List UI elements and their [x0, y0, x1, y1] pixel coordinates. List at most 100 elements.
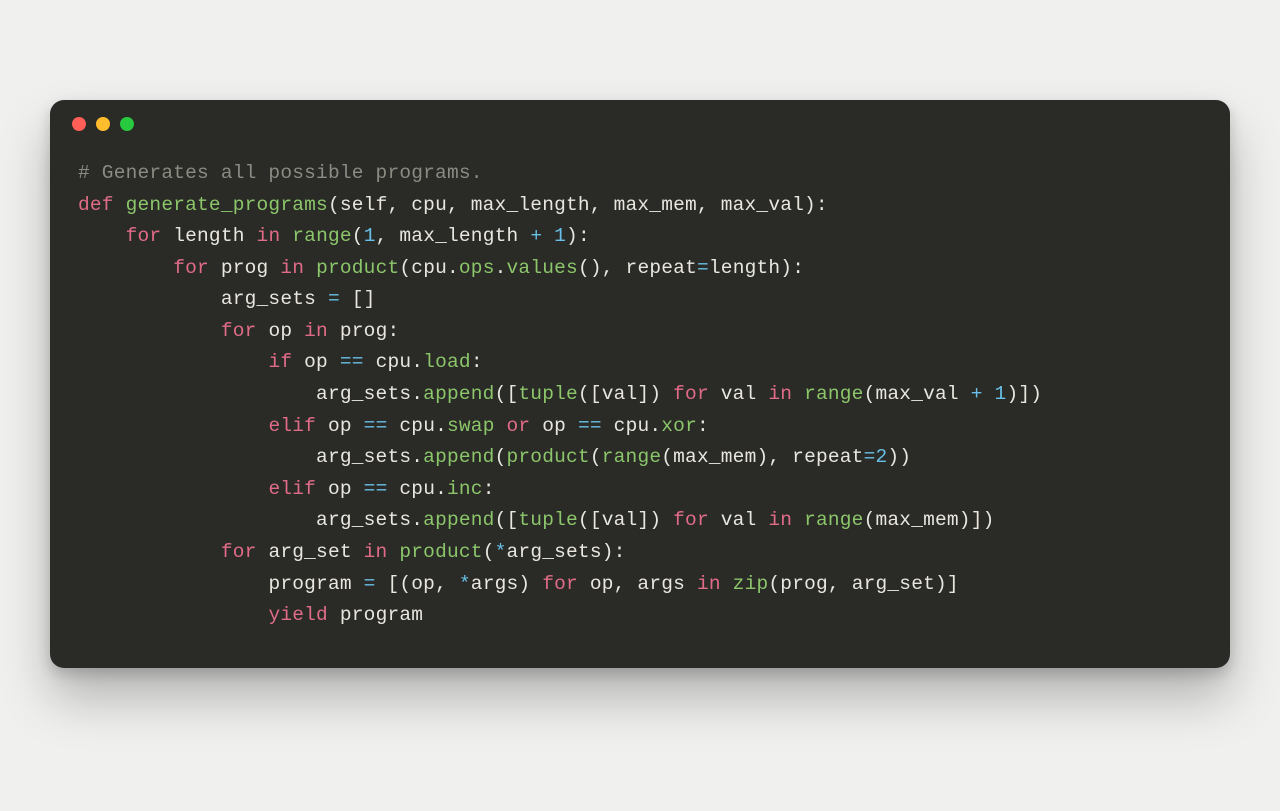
- code-token: :: [471, 351, 483, 373]
- code-token: length: [173, 225, 256, 247]
- code-token: zip: [733, 573, 769, 595]
- code-token: val: [721, 509, 769, 531]
- code-indent: [78, 288, 221, 310]
- code-window: # Generates all possible programs.def ge…: [50, 100, 1230, 668]
- code-token: for: [221, 320, 269, 342]
- code-indent: [78, 383, 316, 405]
- code-token: arg_sets):: [507, 541, 626, 563]
- code-token: (: [483, 541, 495, 563]
- code-token: append: [423, 509, 494, 531]
- code-indent: [78, 446, 316, 468]
- code-token: 2: [876, 446, 888, 468]
- code-token: [495, 415, 507, 437]
- code-token: args): [471, 573, 542, 595]
- code-indent: [78, 478, 268, 500]
- code-token: op: [268, 320, 304, 342]
- code-token: op: [328, 478, 364, 500]
- code-line: arg_sets.append(product(range(max_mem), …: [78, 442, 1202, 474]
- code-token: *: [459, 573, 471, 595]
- code-indent: [78, 573, 268, 595]
- code-token: :: [697, 415, 709, 437]
- code-token: +: [530, 225, 554, 247]
- traffic-light-minimize-icon[interactable]: [96, 117, 110, 131]
- code-token: ==: [364, 478, 400, 500]
- code-token: for: [221, 541, 269, 563]
- code-line: elif op == cpu.swap or op == cpu.xor:: [78, 411, 1202, 443]
- code-token: (max_mem), repeat: [661, 446, 863, 468]
- code-token: )]): [1006, 383, 1042, 405]
- code-token: or: [507, 415, 543, 437]
- code-token: (: [352, 225, 364, 247]
- code-token: in: [768, 509, 804, 531]
- code-token: (prog, arg_set)]: [768, 573, 958, 595]
- code-token: ==: [364, 415, 400, 437]
- code-token: arg_sets: [221, 288, 328, 310]
- code-token: tuple: [518, 509, 578, 531]
- code-block: # Generates all possible programs.def ge…: [50, 148, 1230, 668]
- code-token: :: [483, 478, 495, 500]
- page: # Generates all possible programs.def ge…: [0, 0, 1280, 811]
- code-token: 1: [554, 225, 566, 247]
- code-token: *: [495, 541, 507, 563]
- code-token: cpu.: [614, 415, 662, 437]
- code-line: arg_sets.append([tuple([val]) for val in…: [78, 379, 1202, 411]
- code-token: ([val]): [578, 383, 673, 405]
- code-token: def: [78, 194, 126, 216]
- code-token: op, args: [590, 573, 697, 595]
- code-token: ==: [340, 351, 376, 373]
- code-line: program = [(op, *args) for op, args in z…: [78, 569, 1202, 601]
- code-token: (cpu.: [399, 257, 459, 279]
- code-line: if op == cpu.load:: [78, 347, 1202, 379]
- code-token: yield: [268, 604, 339, 626]
- code-token: self: [340, 194, 388, 216]
- code-token: arg_sets.: [316, 446, 423, 468]
- code-token: ==: [578, 415, 614, 437]
- code-token: []: [352, 288, 376, 310]
- code-token: )): [887, 446, 911, 468]
- code-token: =: [328, 288, 352, 310]
- code-token: program: [268, 573, 363, 595]
- code-token: ):: [566, 225, 590, 247]
- code-token: for: [673, 383, 721, 405]
- code-token: arg_set: [268, 541, 363, 563]
- code-token: arg_sets.: [316, 383, 423, 405]
- code-token: in: [257, 225, 293, 247]
- code-line: def generate_programs(self, cpu, max_len…: [78, 190, 1202, 222]
- code-token: for: [173, 257, 221, 279]
- code-token: ([: [495, 509, 519, 531]
- code-token: for: [126, 225, 174, 247]
- code-token: , cpu, max_length, max_mem, max_val):: [387, 194, 827, 216]
- code-token: ([val]): [578, 509, 673, 531]
- code-token: ops: [459, 257, 495, 279]
- code-token: program: [340, 604, 423, 626]
- code-token: 1: [364, 225, 376, 247]
- code-token: cpu.: [376, 351, 424, 373]
- code-token: (), repeat: [578, 257, 697, 279]
- code-token: elif: [268, 415, 328, 437]
- code-token: op: [304, 351, 340, 373]
- code-token: +: [971, 383, 995, 405]
- code-line: for arg_set in product(*arg_sets):: [78, 537, 1202, 569]
- code-token: (: [495, 446, 507, 468]
- code-token: (: [328, 194, 340, 216]
- code-line: arg_sets = []: [78, 284, 1202, 316]
- traffic-light-close-icon[interactable]: [72, 117, 86, 131]
- code-token: range: [804, 383, 864, 405]
- code-token: .: [495, 257, 507, 279]
- code-token: op: [328, 415, 364, 437]
- code-token: product: [399, 541, 482, 563]
- code-token: xor: [661, 415, 697, 437]
- code-token: swap: [447, 415, 495, 437]
- traffic-light-zoom-icon[interactable]: [120, 117, 134, 131]
- code-token: =: [864, 446, 876, 468]
- code-indent: [78, 415, 268, 437]
- code-token: generate_programs: [126, 194, 328, 216]
- code-token: (max_mem)]): [864, 509, 995, 531]
- code-token: (max_val: [864, 383, 971, 405]
- code-token: , max_length: [376, 225, 531, 247]
- code-indent: [78, 509, 316, 531]
- code-indent: [78, 320, 221, 342]
- code-token: in: [697, 573, 733, 595]
- code-token: append: [423, 446, 494, 468]
- code-token: prog: [221, 257, 281, 279]
